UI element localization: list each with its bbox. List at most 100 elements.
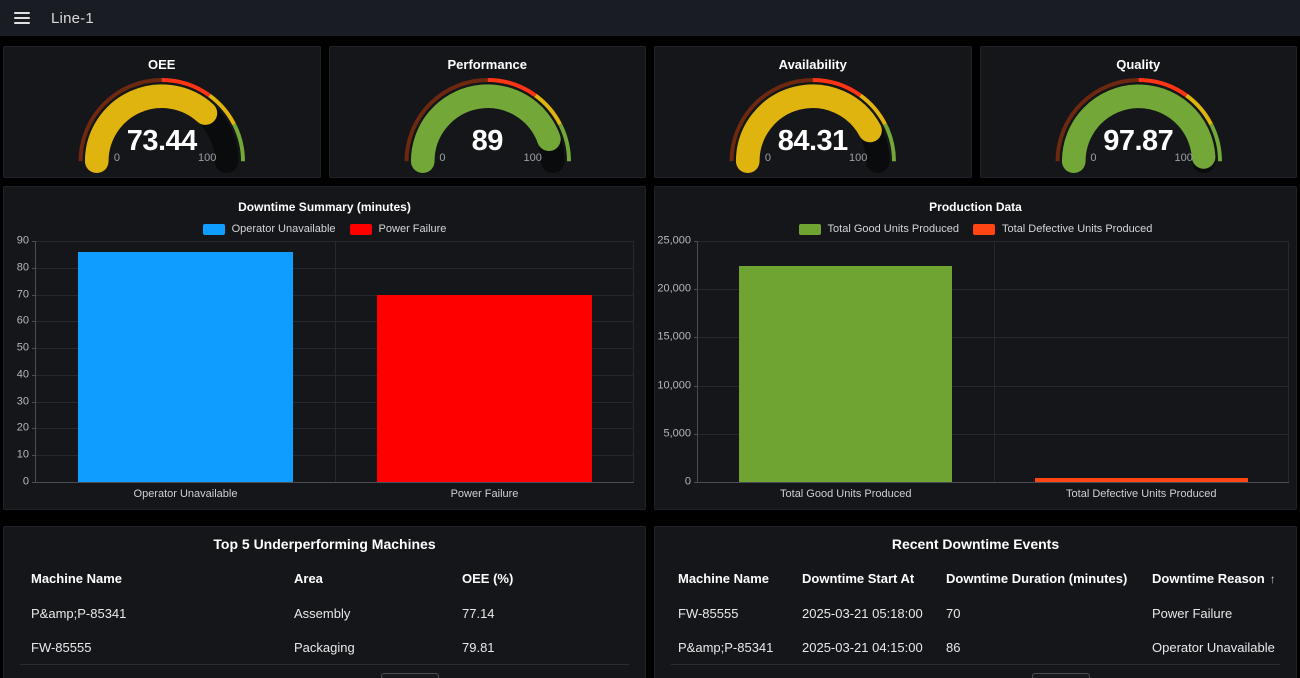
y-axis-tick-label: 30: [17, 396, 29, 407]
y-axis-tick-label: 10: [17, 450, 29, 461]
panel-oee: OEE 73.44 0 100: [3, 46, 321, 178]
table-cell: 79.81: [462, 640, 637, 655]
gauge-value: 89: [330, 126, 646, 156]
column-header[interactable]: Machine Name: [678, 571, 802, 586]
dashboard-title: Line-1: [51, 10, 94, 27]
gauge-max-label: 100: [198, 151, 216, 165]
y-axis-tick-label: 60: [17, 316, 29, 327]
x-axis-category-label: Power Failure: [335, 488, 634, 500]
panel-recent-downtime-events: Recent Downtime Events Machine NameDownt…: [654, 526, 1297, 678]
y-axis-tick-label: 50: [17, 343, 29, 354]
table-row: Top 5 Underperforming Machines Machine N…: [3, 526, 1297, 678]
column-header[interactable]: Area: [294, 571, 462, 586]
panel-downtime-summary-chart: Downtime Summary (minutes) Operator Unav…: [3, 186, 646, 510]
y-axis-tick-label: 40: [17, 369, 29, 380]
panel-title[interactable]: Downtime Summary (minutes): [4, 200, 645, 214]
gauge-min-label: 0: [114, 151, 120, 165]
y-axis-tick: [32, 375, 36, 376]
y-axis-tick: [694, 289, 698, 290]
legend-color-swatch: [973, 224, 995, 235]
chart-bar[interactable]: [1035, 478, 1248, 482]
chart-plot-area: 0102030405060708090Operator UnavailableP…: [35, 241, 634, 483]
table-row: FW-855552025-03-21 05:18:0070Power Failu…: [678, 606, 1288, 621]
gauge-min-label: 0: [765, 151, 771, 165]
panel-production-data-chart: Production Data Total Good Units Produce…: [654, 186, 1297, 510]
legend-item[interactable]: Total Good Units Produced: [799, 223, 959, 235]
table-cell: Packaging: [294, 640, 462, 655]
chart-bar[interactable]: [377, 295, 592, 482]
y-axis-tick-label: 90: [17, 236, 29, 247]
legend-item[interactable]: Total Defective Units Produced: [973, 223, 1152, 235]
column-header[interactable]: Downtime Reason↑: [1152, 571, 1288, 586]
grid-line: [335, 241, 336, 482]
legend-label: Total Good Units Produced: [828, 223, 959, 235]
y-axis-tick: [32, 268, 36, 269]
y-axis-tick: [32, 482, 36, 483]
gauge-max-label: 100: [523, 151, 541, 165]
panel-quality: Quality 97.87 0 100: [980, 46, 1298, 178]
column-header[interactable]: Downtime Start At: [802, 571, 946, 586]
panel-title[interactable]: Top 5 Underperforming Machines: [4, 536, 645, 552]
gauge-value: 73.44: [4, 126, 320, 156]
dashboard-screen: Line-1 OEE 73.44 0 100 Performance 89 0 …: [0, 0, 1300, 678]
y-axis-tick-label: 10,000: [657, 380, 691, 391]
table-cell: FW-85555: [678, 606, 802, 621]
legend-item[interactable]: Power Failure: [350, 223, 447, 235]
gauge-min-label: 0: [1090, 151, 1096, 165]
chart-bar[interactable]: [78, 252, 293, 482]
legend-label: Operator Unavailable: [232, 223, 336, 235]
legend-label: Total Defective Units Produced: [1002, 223, 1152, 235]
table-row: P&amp;P-853412025-03-21 04:15:0086Operat…: [678, 640, 1288, 655]
column-header[interactable]: Machine Name: [31, 571, 294, 586]
chart-legend: Total Good Units Produced Total Defective…: [655, 223, 1296, 235]
legend-color-swatch: [350, 224, 372, 235]
y-axis-tick: [32, 321, 36, 322]
table-cell: Power Failure: [1152, 606, 1288, 621]
panel-top-underperforming-machines: Top 5 Underperforming Machines Machine N…: [3, 526, 646, 678]
y-axis-tick: [694, 482, 698, 483]
pagination-button[interactable]: [1032, 673, 1090, 678]
gauge-min-label: 0: [439, 151, 445, 165]
gauge: [981, 47, 1297, 177]
chart-bar[interactable]: [739, 266, 952, 482]
chart-plot-area: 05,00010,00015,00020,00025,000Total Good…: [697, 241, 1289, 483]
table-cell: Assembly: [294, 606, 462, 621]
table-cell: 2025-03-21 05:18:00: [802, 606, 946, 621]
y-axis-tick-label: 20,000: [657, 284, 691, 295]
column-header[interactable]: OEE (%): [462, 571, 637, 586]
chart-legend: Operator Unavailable Power Failure: [4, 223, 645, 235]
y-axis-tick: [32, 348, 36, 349]
y-axis-tick-label: 80: [17, 262, 29, 273]
grid-line: [1288, 241, 1289, 482]
gauge: [655, 47, 971, 177]
gauge-value: 97.87: [981, 126, 1297, 156]
table-cell: 2025-03-21 04:15:00: [802, 640, 946, 655]
y-axis-tick: [32, 428, 36, 429]
legend-label: Power Failure: [379, 223, 447, 235]
y-axis-tick: [32, 295, 36, 296]
table-header-row: Machine NameAreaOEE (%): [31, 571, 637, 586]
table-footer-divider: [671, 664, 1280, 665]
table-cell: FW-85555: [31, 640, 294, 655]
gauge: [330, 47, 646, 177]
panel-title[interactable]: Production Data: [655, 200, 1296, 214]
grid-line: [633, 241, 634, 482]
x-axis-category-label: Operator Unavailable: [36, 488, 335, 500]
y-axis-tick-label: 0: [23, 477, 29, 488]
x-axis-category-label: Total Good Units Produced: [698, 488, 994, 500]
pagination-button[interactable]: [381, 673, 439, 678]
column-header[interactable]: Downtime Duration (minutes): [946, 571, 1152, 586]
legend-color-swatch: [203, 224, 225, 235]
panel-title[interactable]: Recent Downtime Events: [655, 536, 1296, 552]
y-axis-tick-label: 70: [17, 289, 29, 300]
table-cell: 70: [946, 606, 1152, 621]
top-nav: Line-1: [0, 0, 1300, 36]
menu-icon[interactable]: [12, 9, 34, 27]
gauge-value: 84.31: [655, 126, 971, 156]
legend-item[interactable]: Operator Unavailable: [203, 223, 336, 235]
gauge-max-label: 100: [1174, 151, 1192, 165]
grid-line: [994, 241, 995, 482]
y-axis-tick-label: 0: [685, 477, 691, 488]
y-axis-tick: [694, 337, 698, 338]
y-axis-tick: [694, 434, 698, 435]
